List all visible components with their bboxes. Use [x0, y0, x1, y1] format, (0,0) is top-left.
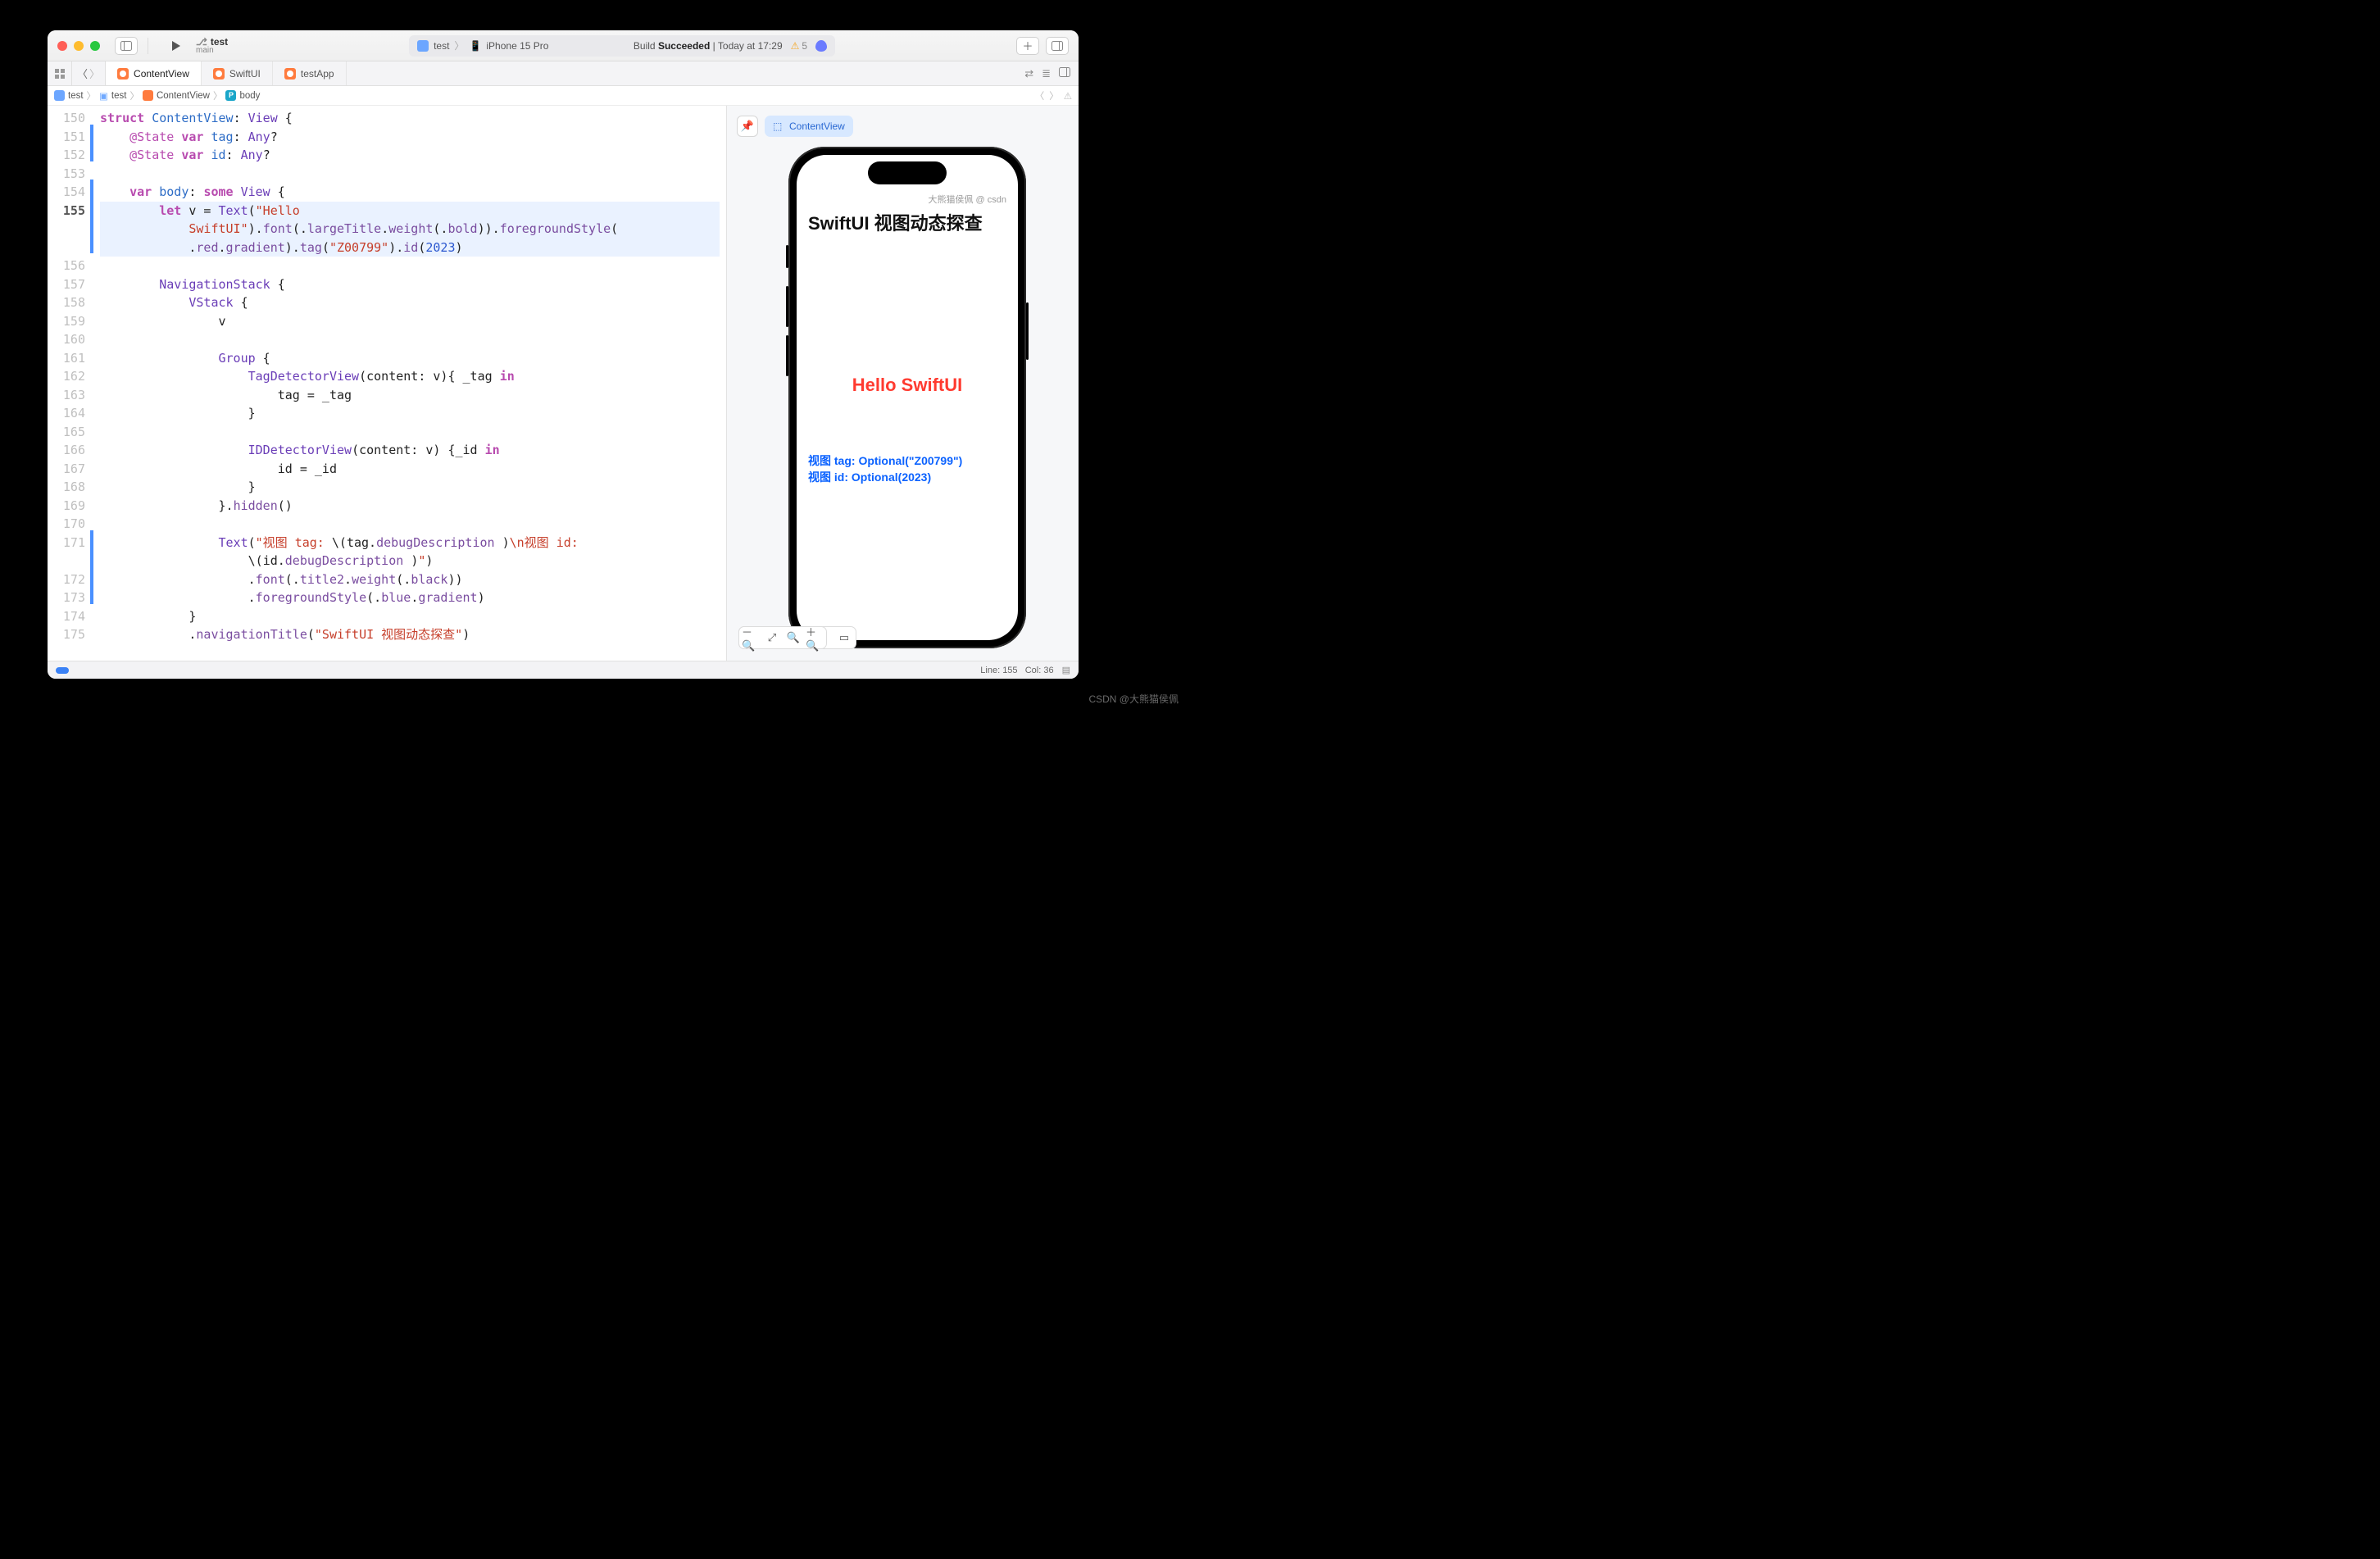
jump-symbol[interactable]: Pbody — [225, 90, 260, 101]
preview-canvas: 📌 ⬚ ContentView 大熊猫侯佩 @ csdn SwiftUI 视图动… — [726, 106, 1079, 661]
swift-file-icon — [284, 68, 296, 80]
property-icon: P — [225, 90, 236, 101]
warning-count: 5 — [802, 40, 807, 52]
project-icon — [54, 90, 65, 101]
tab-label: testApp — [301, 68, 334, 80]
detect-output: 视图 tag: Optional("Z00799") 视图 id: Option… — [808, 453, 1006, 485]
next-issue-button[interactable]: 〉 — [1049, 89, 1059, 102]
navigation-title: SwiftUI 视图动态探查 — [808, 209, 1006, 235]
editor-mode-icon[interactable]: ▤ — [1062, 665, 1070, 675]
cloud-status-icon[interactable] — [815, 40, 827, 52]
xcode-window: ⎇test main test 〉 📱 iPhone 15 Pro Build … — [48, 30, 1079, 679]
detect-id-line: 视图 id: Optional(2023) — [808, 470, 1006, 486]
preview-toolbar-right: －🔍 ⤢ 🔍 ＋🔍 — [738, 626, 1067, 649]
tab-contentview[interactable]: ContentView — [106, 61, 202, 85]
status-bar: Line: 155 Col: 36 ▤ — [48, 661, 1079, 679]
warning-icon: ⚠︎ — [791, 40, 800, 52]
target-device: iPhone 15 Pro — [486, 40, 548, 52]
device-screen[interactable]: 大熊猫侯佩 @ csdn SwiftUI 视图动态探查 Hello SwiftU… — [797, 155, 1018, 640]
target-app: test — [434, 40, 449, 52]
toggle-navigator-button[interactable] — [115, 37, 138, 55]
zoom-window-button[interactable] — [90, 41, 100, 51]
adjust-editor-button[interactable]: ⇄ — [1024, 67, 1033, 80]
preview-target-pill[interactable]: ⬚ ContentView — [765, 116, 853, 137]
pin-preview-button[interactable]: 📌 — [737, 116, 758, 137]
zoom-out-button[interactable]: －🔍 — [742, 630, 760, 646]
chevron-right-icon: 〉 — [454, 39, 464, 52]
tab-swiftui[interactable]: SwiftUI — [202, 61, 273, 85]
nav-back-button[interactable]: 〈 — [77, 66, 88, 81]
main-split: 1501511521531541551561571581591601611621… — [48, 106, 1079, 661]
tab-bar: 〈 〉 ContentView SwiftUI testApp ⇄ ≣ — [48, 61, 1079, 86]
status-indicator[interactable] — [56, 667, 69, 674]
close-window-button[interactable] — [57, 41, 67, 51]
scheme-selector[interactable]: ⎇test main — [196, 37, 228, 55]
jump-project[interactable]: test — [54, 90, 84, 101]
branch-name: main — [196, 47, 228, 55]
editor-layout-button[interactable]: ≣ — [1042, 67, 1051, 80]
preview-target-label: ContentView — [789, 120, 845, 132]
device-icon: 📱 — [469, 40, 481, 52]
jump-bar: test 〉 ▣test 〉 ContentView 〉 Pbody 〈 〉 ⚠… — [48, 86, 1079, 106]
run-button[interactable] — [165, 37, 188, 55]
editor-options: ⇄ ≣ — [1016, 61, 1079, 85]
tab-label: SwiftUI — [229, 68, 261, 80]
titlebar: ⎇test main test 〉 📱 iPhone 15 Pro Build … — [48, 30, 1079, 61]
add-button[interactable]: ＋ — [1016, 37, 1039, 55]
code-content[interactable]: struct ContentView: View { @State var ta… — [93, 106, 726, 661]
screen-watermark: 大熊猫侯佩 @ csdn — [928, 193, 1006, 206]
app-icon — [417, 40, 429, 52]
related-items-button[interactable] — [48, 61, 72, 85]
warnings-indicator[interactable]: ⚠︎ 5 — [791, 40, 807, 52]
hello-text: Hello SwiftUI — [808, 375, 1006, 396]
issues-icon[interactable]: ⚠︎ — [1064, 90, 1072, 102]
nav-forward-button[interactable]: 〉 — [89, 66, 100, 81]
jump-file[interactable]: ContentView — [143, 90, 210, 101]
cursor-position: Line: 155 Col: 36 — [980, 666, 1053, 675]
line-gutter: 1501511521531541551561571581591601611621… — [48, 106, 90, 661]
struct-icon: ⬚ — [773, 120, 784, 132]
window-controls — [57, 41, 100, 51]
jump-folder[interactable]: ▣test — [99, 90, 126, 102]
toggle-inspectors-button[interactable] — [1046, 37, 1069, 55]
zoom-actual-button[interactable]: 🔍 — [784, 630, 802, 646]
source-editor[interactable]: 1501511521531541551561571581591601611621… — [48, 106, 726, 661]
external-watermark: CSDN @大熊猫侯佩 — [1088, 692, 1179, 706]
swift-file-icon — [213, 68, 225, 80]
device-frame: 大熊猫侯佩 @ csdn SwiftUI 视图动态探查 Hello SwiftU… — [788, 147, 1026, 648]
activity-status[interactable]: test 〉 📱 iPhone 15 Pro Build Succeeded |… — [409, 35, 835, 57]
swift-file-icon — [117, 68, 129, 80]
code-area[interactable]: 1501511521531541551561571581591601611621… — [48, 106, 726, 661]
prev-issue-button[interactable]: 〈 — [1035, 89, 1045, 102]
tab-testapp[interactable]: testApp — [273, 61, 347, 85]
zoom-in-button[interactable]: ＋🔍 — [806, 630, 824, 646]
folder-icon: ▣ — [99, 90, 108, 102]
build-status: Build Succeeded | Today at 17:29 — [634, 40, 783, 52]
zoom-fit-button[interactable]: ⤢ — [763, 630, 781, 646]
swift-file-icon — [143, 90, 153, 101]
minimize-window-button[interactable] — [74, 41, 84, 51]
detect-tag-line: 视图 tag: Optional("Z00799") — [808, 453, 1006, 470]
add-editor-button[interactable] — [1059, 67, 1070, 80]
nav-history: 〈 〉 — [72, 61, 106, 85]
tab-label: ContentView — [134, 68, 189, 80]
